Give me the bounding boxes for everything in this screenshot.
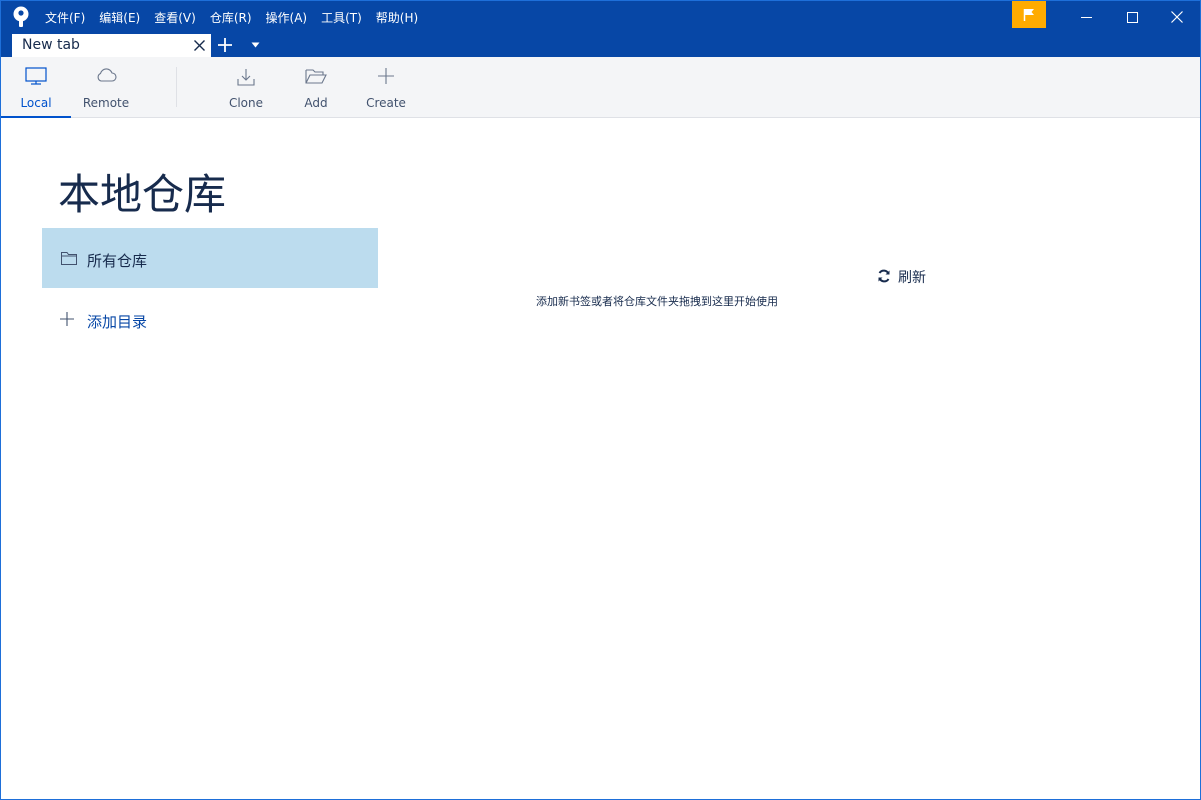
menu-actions[interactable]: 操作(A): [266, 9, 308, 26]
add-tab-icon[interactable]: [217, 37, 233, 53]
refresh-icon: [878, 269, 890, 283]
remote-label: Remote: [82, 96, 130, 110]
sidebar-item-label: 所有仓库: [87, 252, 148, 270]
notification-flag-button[interactable]: [1012, 1, 1046, 28]
flag-icon: [1023, 8, 1034, 21]
create-label: Create: [366, 96, 406, 110]
plus-icon: [60, 312, 74, 326]
menu-tools[interactable]: 工具(T): [321, 9, 362, 26]
tab-new-tab[interactable]: New tab: [12, 34, 211, 57]
remote-button[interactable]: Remote: [71, 57, 141, 117]
menu-help[interactable]: 帮助(H): [376, 9, 418, 26]
create-button[interactable]: Create: [351, 57, 421, 117]
add-directory-label: 添加目录: [87, 313, 148, 331]
add-button[interactable]: Add: [281, 57, 351, 117]
menu-edit[interactable]: 编辑(E): [99, 9, 140, 26]
close-icon: [1171, 11, 1183, 23]
refresh-label: 刷新: [898, 270, 926, 286]
minimize-icon: [1080, 16, 1092, 18]
maximize-icon: [1126, 11, 1138, 23]
menu-repository[interactable]: 仓库(R): [210, 9, 252, 26]
local-button[interactable]: Local: [1, 57, 71, 118]
page-title: 本地仓库: [58, 170, 227, 219]
tab-close-icon[interactable]: [193, 39, 206, 52]
menu-bar: 文件(F) 编辑(E) 查看(V) 仓库(R) 操作(A) 工具(T) 帮助(H…: [45, 1, 432, 33]
title-bar: 文件(F) 编辑(E) 查看(V) 仓库(R) 操作(A) 工具(T) 帮助(H…: [1, 1, 1200, 33]
clone-button[interactable]: Clone: [211, 57, 281, 117]
chevron-down-icon[interactable]: [251, 42, 260, 48]
sidebar-item-all-repositories[interactable]: 所有仓库: [42, 228, 378, 288]
add-label: Add: [304, 96, 328, 110]
app-logo-icon: [13, 6, 29, 27]
close-window-button[interactable]: [1154, 1, 1200, 33]
menu-file[interactable]: 文件(F): [45, 9, 85, 26]
toolbar-divider: [176, 67, 177, 107]
toolbar: Local Remote Clone Add Create: [1, 57, 1200, 118]
maximize-button[interactable]: [1109, 1, 1155, 33]
app-window: 文件(F) 编辑(E) 查看(V) 仓库(R) 操作(A) 工具(T) 帮助(H…: [0, 0, 1201, 800]
folder-icon: [61, 252, 77, 265]
clone-label: Clone: [228, 96, 264, 110]
empty-state-hint: 添加新书签或者将仓库文件夹拖拽到这里开始使用: [536, 295, 778, 308]
menu-view[interactable]: 查看(V): [154, 9, 196, 26]
local-label: Local: [20, 96, 52, 110]
plus-icon: [378, 68, 394, 84]
monitor-icon: [25, 67, 47, 85]
download-icon: [237, 69, 255, 86]
minimize-button[interactable]: [1063, 1, 1109, 33]
tab-title: New tab: [22, 37, 80, 53]
cloud-icon: [97, 68, 117, 82]
folder-open-icon: [305, 69, 327, 84]
tab-bar: New tab: [1, 33, 1200, 57]
